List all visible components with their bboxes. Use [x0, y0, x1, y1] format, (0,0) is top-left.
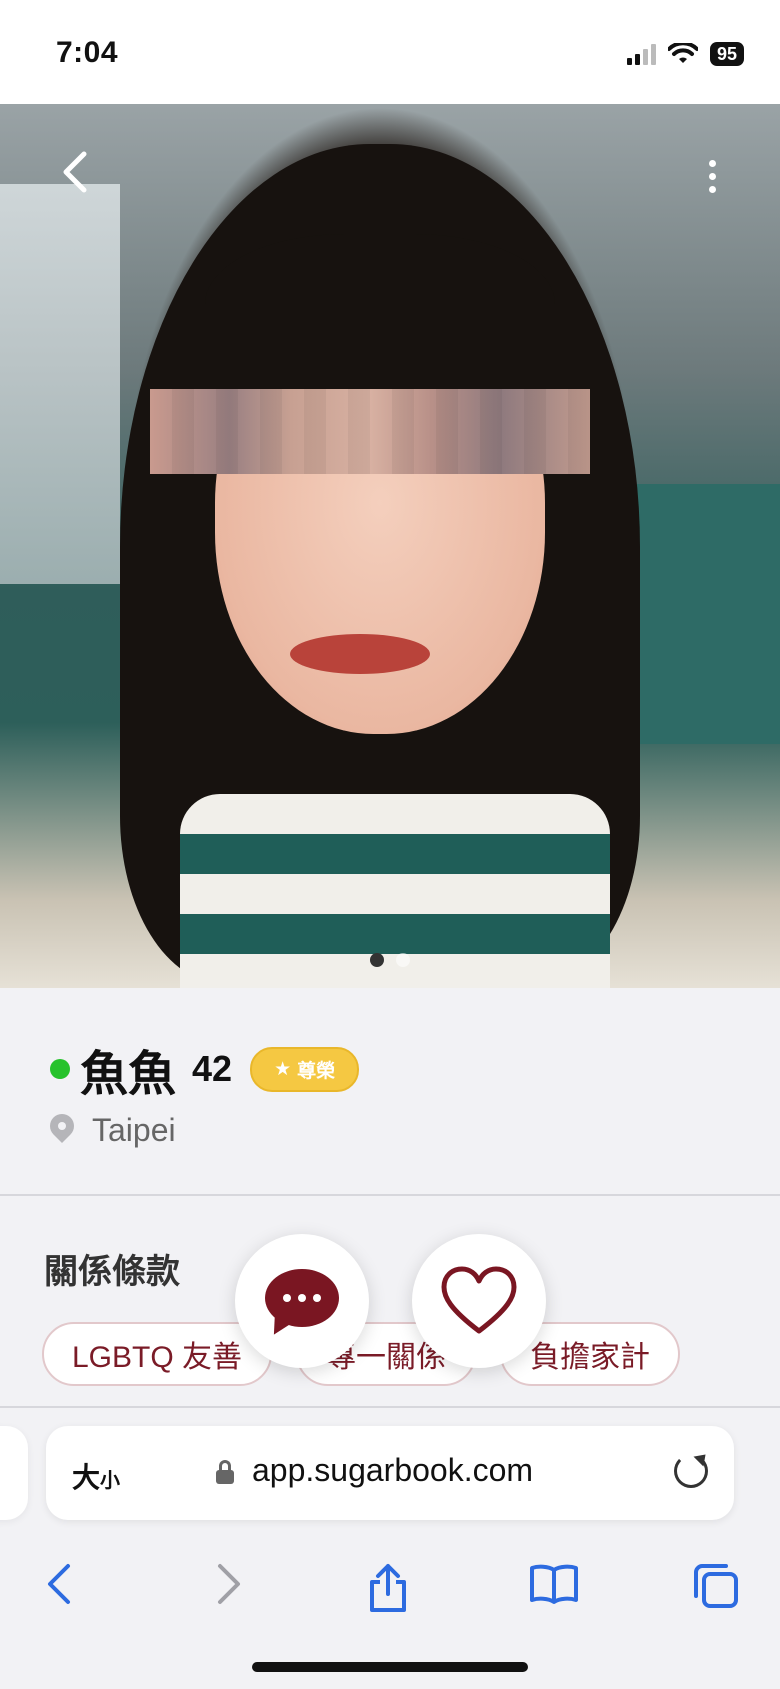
relationship-terms-section: 關係條款 LGBTQ 友善 專一關係 負擔家計	[0, 1198, 780, 1408]
profile-location: Taipei	[92, 1112, 176, 1148]
address-bar[interactable]: 大小 app.sugarbook.com	[46, 1426, 734, 1520]
online-status-dot	[50, 1059, 70, 1079]
censored-eyes	[150, 389, 590, 474]
bookmarks-icon[interactable]	[528, 1562, 580, 1611]
reload-icon[interactable]	[674, 1454, 708, 1488]
badge-label: 尊榮	[297, 1060, 336, 1082]
text-size-button[interactable]: 大小	[72, 1456, 120, 1496]
profile-name: 魚魚	[80, 1048, 177, 1101]
profile-age: 42	[192, 1048, 233, 1089]
heart-icon	[441, 1266, 517, 1334]
forward-button[interactable]	[214, 1562, 244, 1611]
page-dot[interactable]	[396, 953, 410, 967]
term-chip: LGBTQ 友善	[42, 1322, 273, 1386]
more-options-icon[interactable]	[709, 160, 716, 193]
like-button[interactable]	[412, 1234, 546, 1368]
page-dot-active[interactable]	[370, 953, 384, 967]
wifi-icon	[667, 43, 698, 63]
browser-toolbar	[0, 1544, 780, 1624]
back-icon[interactable]	[60, 150, 90, 201]
tabs-icon[interactable]	[692, 1562, 740, 1615]
status-bar: 7:04 95	[0, 0, 780, 104]
photo-pagination	[0, 953, 780, 967]
location-row: Taipei	[50, 1112, 176, 1149]
section-title: 關係條款	[44, 1253, 180, 1291]
profile-photo[interactable]	[0, 104, 780, 988]
browser-chrome: 大小 app.sugarbook.com	[0, 1410, 780, 1689]
star-icon: ★	[274, 1058, 292, 1080]
cellular-signal-icon	[626, 43, 656, 65]
url-text[interactable]: app.sugarbook.com	[252, 1452, 533, 1489]
name-row: 魚魚 42 ★ 尊榮	[50, 1034, 360, 1104]
status-icons: 95	[626, 42, 744, 66]
lock-icon	[216, 1460, 234, 1484]
location-pin-icon	[50, 1114, 74, 1148]
status-time: 7:04	[56, 36, 119, 69]
back-button[interactable]	[44, 1562, 74, 1611]
chat-icon	[265, 1269, 339, 1341]
battery-indicator: 95	[709, 42, 744, 66]
vip-badge: ★ 尊榮	[250, 1046, 360, 1092]
home-indicator[interactable]	[252, 1662, 528, 1672]
profile-info: 魚魚 42 ★ 尊榮 Taipei	[0, 988, 780, 1196]
previous-tab-peek[interactable]	[0, 1426, 28, 1520]
chat-button[interactable]	[235, 1234, 369, 1368]
share-icon[interactable]	[366, 1562, 410, 1619]
